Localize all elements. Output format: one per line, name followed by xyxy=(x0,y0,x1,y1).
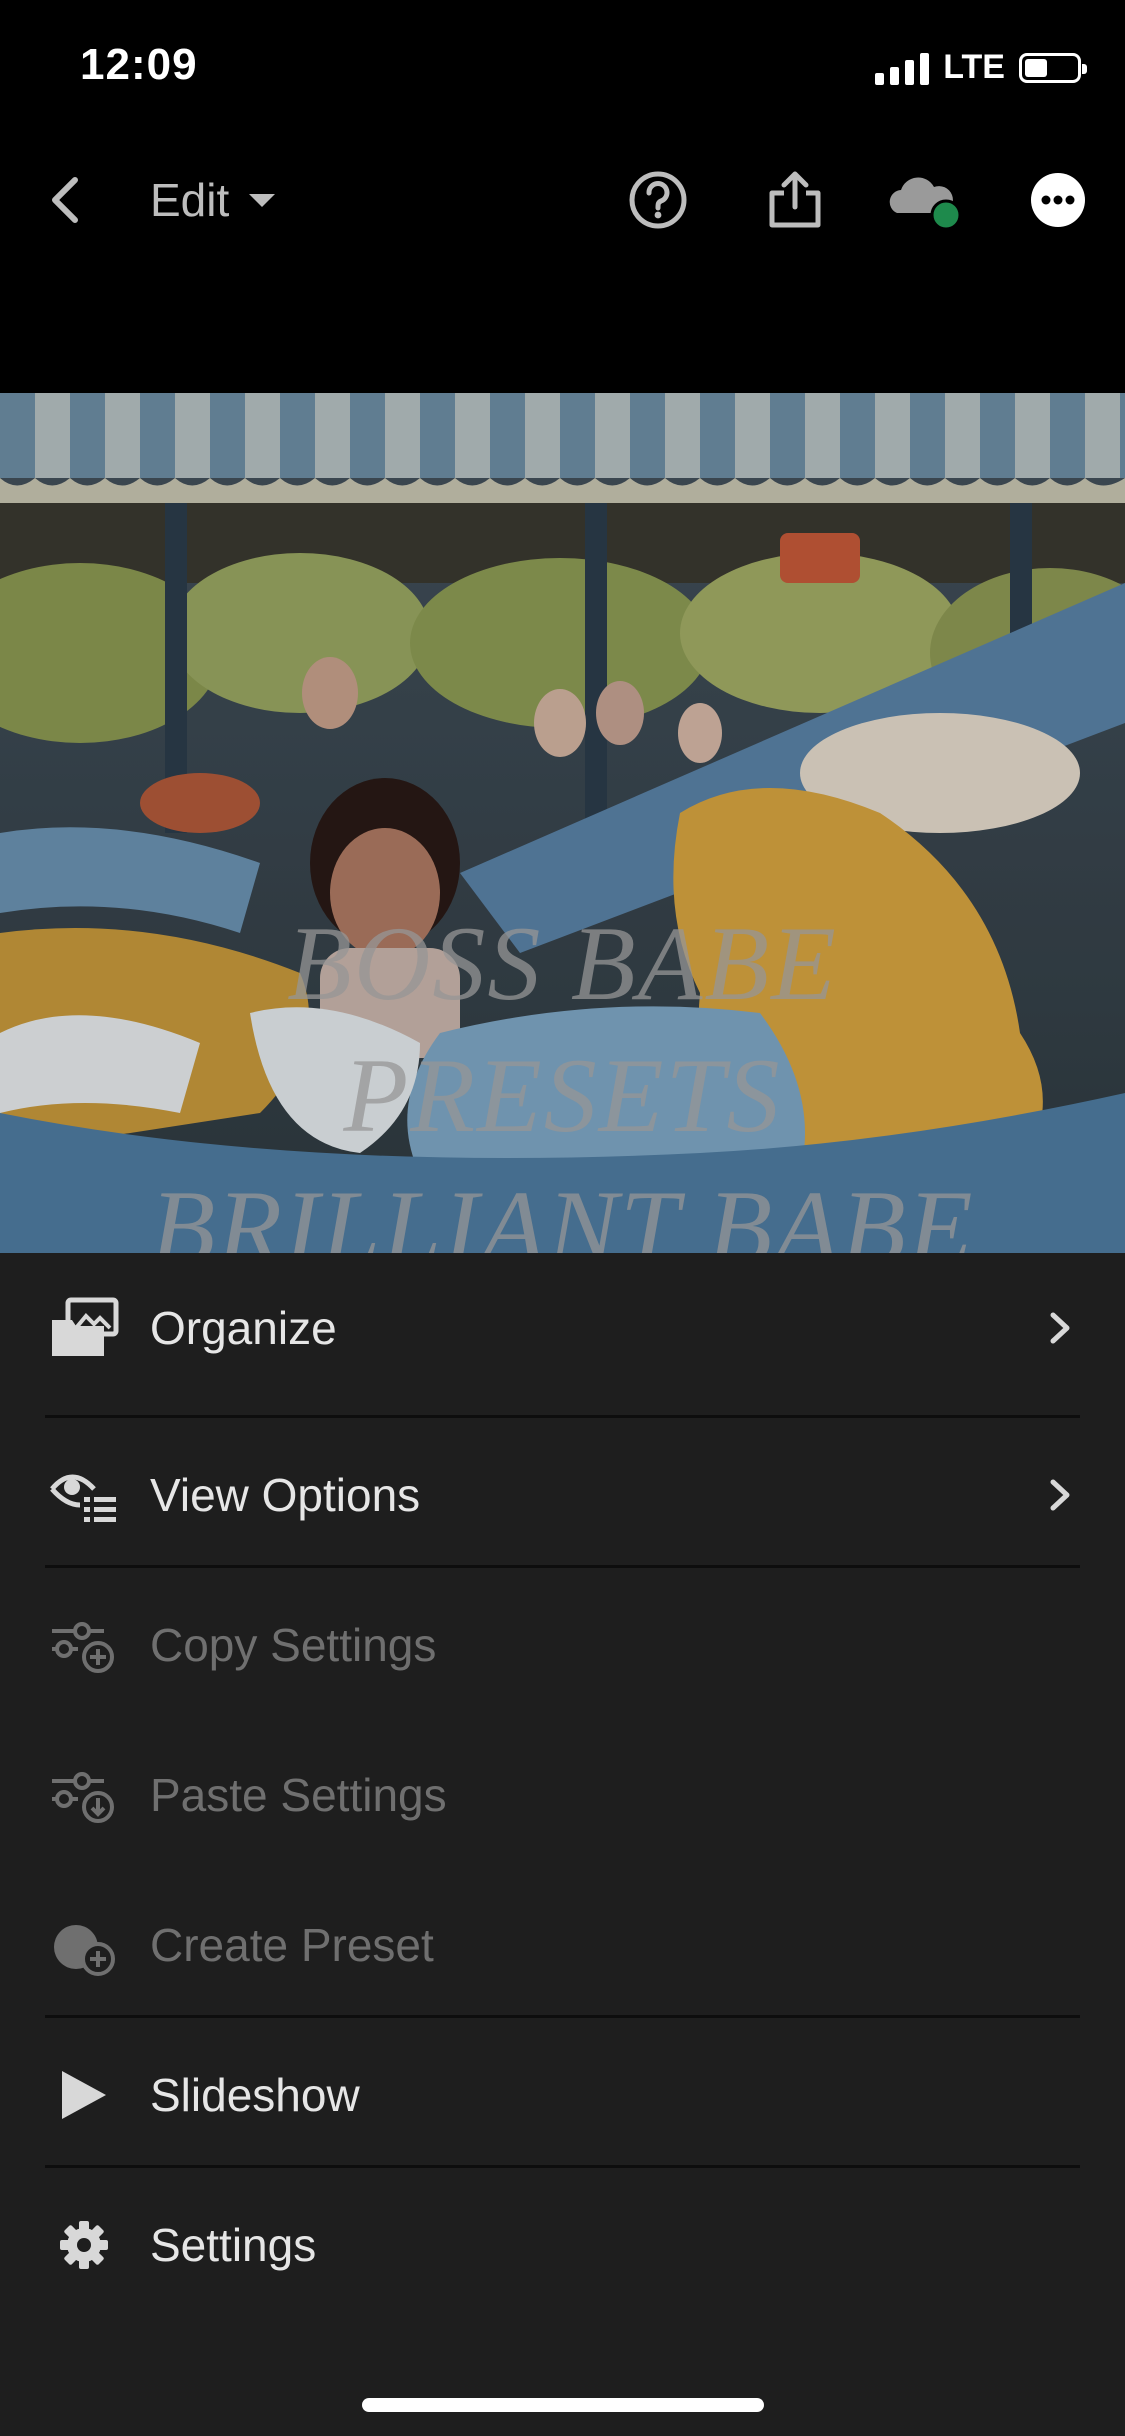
organize-icon xyxy=(48,1292,120,1364)
chevron-right-icon xyxy=(1050,1479,1070,1511)
create-preset-icon xyxy=(48,1909,120,1981)
watermark-line-3: BRILLIANT BABE xyxy=(150,1169,975,1253)
photo-preview: BOSS BABE PRESETS BRILLIANT BABE xyxy=(0,393,1125,1253)
menu-item-organize[interactable]: Organize xyxy=(0,1253,1125,1403)
back-button[interactable] xyxy=(30,140,100,260)
battery-icon xyxy=(1019,52,1087,83)
menu-divider xyxy=(45,2015,1080,2018)
share-button[interactable] xyxy=(757,140,832,260)
menu-item-label: Slideshow xyxy=(150,2069,360,2121)
menu-item-slideshow[interactable]: Slideshow xyxy=(0,2020,1125,2170)
menu-item-label: View Options xyxy=(150,1469,421,1521)
cloud-sync-button[interactable] xyxy=(880,140,965,260)
more-options-menu: Organize View Options Copy Settings Past… xyxy=(0,1253,1125,2436)
menu-item-create-preset[interactable]: Create Preset xyxy=(0,1870,1125,2020)
menu-item-label: Organize xyxy=(150,1302,337,1354)
top-toolbar: Edit xyxy=(0,140,1125,260)
help-button[interactable] xyxy=(620,140,695,260)
menu-item-view-options[interactable]: View Options xyxy=(0,1420,1125,1570)
menu-divider xyxy=(45,1415,1080,1418)
watermark-line-1: BOSS BABE xyxy=(287,905,838,1022)
more-icon xyxy=(1030,173,1085,227)
edit-mode-dropdown[interactable]: Edit xyxy=(150,140,277,260)
chevron-right-icon xyxy=(1050,1312,1070,1344)
more-button[interactable] xyxy=(1020,140,1095,260)
dropdown-caret-icon xyxy=(249,194,276,207)
status-bar: 12:09 LTE xyxy=(0,0,1125,140)
watermark-line-2: PRESETS xyxy=(343,1037,782,1154)
gear-icon xyxy=(48,2209,120,2281)
signal-icon xyxy=(875,51,930,85)
menu-divider xyxy=(45,1565,1080,1568)
menu-item-copy-settings[interactable]: Copy Settings xyxy=(0,1570,1125,1720)
menu-item-label: Settings xyxy=(150,2219,317,2271)
watermark-text: BOSS BABE PRESETS BRILLIANT BABE xyxy=(0,898,1125,1253)
status-time: 12:09 xyxy=(80,40,198,89)
play-icon xyxy=(48,2059,120,2131)
share-icon xyxy=(769,171,820,228)
help-icon xyxy=(629,171,686,229)
menu-item-label: Create Preset xyxy=(150,1919,434,1971)
menu-item-paste-settings[interactable]: Paste Settings xyxy=(0,1720,1125,1870)
view-options-icon xyxy=(48,1459,120,1531)
menu-item-label: Copy Settings xyxy=(150,1619,437,1671)
network-type: LTE xyxy=(943,48,1005,86)
paste-settings-icon xyxy=(48,1759,120,1831)
menu-item-settings[interactable]: Settings xyxy=(0,2170,1125,2320)
edit-mode-label: Edit xyxy=(150,174,230,226)
cloud-sync-icon xyxy=(889,177,961,231)
back-chevron-icon xyxy=(52,177,78,223)
menu-item-label: Paste Settings xyxy=(150,1769,447,1821)
home-indicator[interactable] xyxy=(362,2398,764,2412)
status-indicators: LTE xyxy=(875,48,1087,87)
copy-settings-icon xyxy=(48,1609,120,1681)
menu-divider xyxy=(45,2165,1080,2168)
